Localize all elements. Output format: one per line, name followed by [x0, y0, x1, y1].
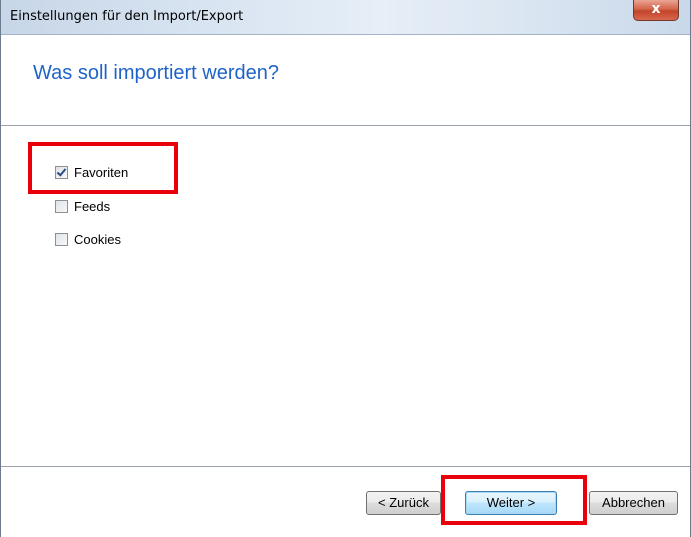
back-button[interactable]: < Zurück [366, 491, 441, 515]
favoriten-checkbox[interactable] [55, 165, 68, 179]
title-bar[interactable]: Einstellungen für den Import/Export x [1, 0, 690, 35]
close-button[interactable]: x [633, 0, 679, 21]
feeds-label: Feeds [74, 198, 111, 214]
page-title: Was soll importiert werden? [33, 62, 280, 84]
header-section: Was soll importiert werden? [1, 35, 690, 126]
feeds-checkbox[interactable] [55, 199, 68, 213]
cookies-label: Cookies [74, 231, 121, 247]
favoriten-label: Favoriten [74, 164, 129, 180]
import-export-dialog: Einstellungen für den Import/Export x Wa… [0, 0, 691, 537]
close-icon: x [651, 1, 661, 17]
cookies-checkbox[interactable] [55, 232, 68, 246]
option-feeds[interactable]: Feeds [55, 198, 110, 214]
cancel-button[interactable]: Abbrechen [589, 491, 678, 515]
option-favoriten[interactable]: Favoriten [55, 164, 128, 180]
options-panel: Favoriten Feeds Cookies [1, 126, 690, 466]
next-button[interactable]: Weiter > [465, 491, 557, 515]
option-cookies[interactable]: Cookies [55, 231, 121, 247]
window-title: Einstellungen für den Import/Export [10, 9, 244, 24]
button-bar: < Zurück Weiter > Abbrechen [1, 466, 690, 537]
